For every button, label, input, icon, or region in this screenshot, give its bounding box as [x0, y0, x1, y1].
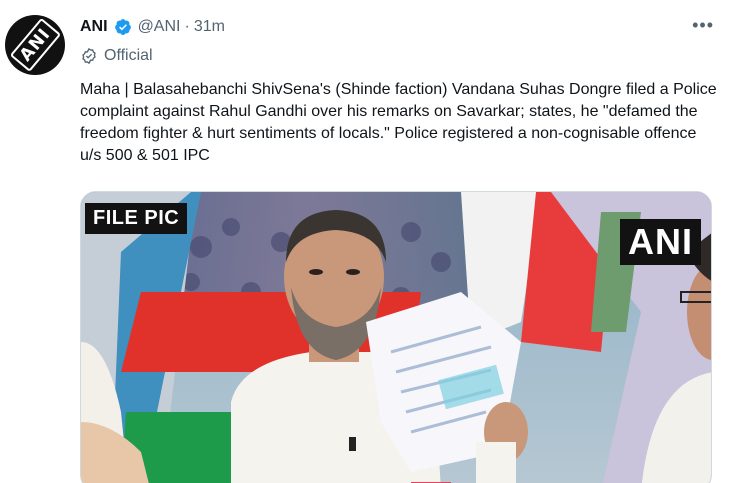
ani-watermark: ANI	[620, 219, 701, 265]
more-options-button[interactable]: •••	[692, 16, 714, 34]
news-photo	[81, 192, 711, 483]
handle[interactable]: @ANI	[138, 16, 181, 38]
timestamp[interactable]: 31m	[194, 16, 225, 38]
official-badge-icon	[82, 47, 96, 65]
official-text: Official	[104, 47, 153, 64]
separator-dot: ·	[184, 18, 190, 35]
tweet-media[interactable]: FILE PIC ANI	[80, 191, 712, 483]
display-name[interactable]: ANI	[80, 16, 108, 38]
official-label: Official	[80, 47, 153, 65]
tweet-header: ANI @ANI · 31m	[80, 16, 225, 38]
ani-logo: ANI	[9, 17, 61, 73]
verified-badge-icon	[114, 19, 131, 35]
tweet-text: Maha | Balasahebanchi ShivSena's (Shinde…	[80, 81, 717, 164]
avatar[interactable]: ANI	[5, 15, 65, 75]
tweet-card[interactable]: ANI ANI @ANI · 31m ••• Official Maha | B…	[0, 0, 736, 483]
file-pic-label: FILE PIC	[85, 203, 188, 234]
